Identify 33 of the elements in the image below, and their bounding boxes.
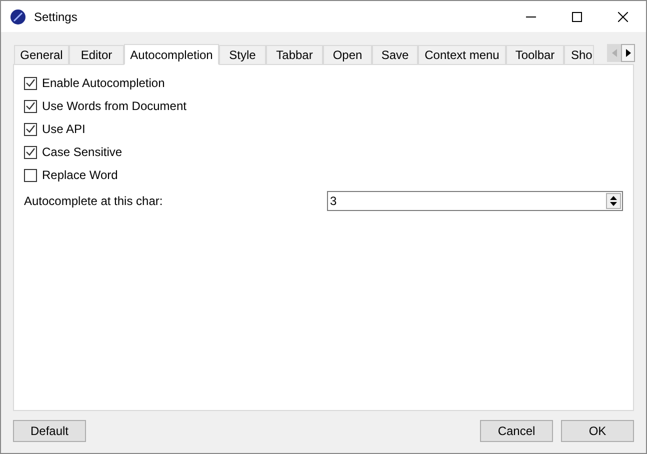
tab[interactable]: Context menu [418, 45, 506, 64]
maximize-icon[interactable] [572, 12, 582, 22]
left-arrow-icon [612, 49, 616, 57]
checkbox-label: Enable Autocompletion [42, 75, 165, 92]
checkbox[interactable] [24, 146, 37, 158]
close-icon[interactable] [618, 12, 628, 22]
checkbox[interactable] [24, 168, 37, 182]
tab[interactable]: Toolbar [506, 45, 564, 64]
tab[interactable]: Open [323, 45, 372, 64]
checkbox-label: Case Sensitive [42, 144, 122, 161]
tab[interactable]: General [14, 45, 69, 64]
checkbox-label: Use Words from Document [42, 98, 186, 115]
right-arrow-icon [626, 49, 630, 57]
app-icon [10, 8, 26, 24]
tab[interactable]: Style [219, 45, 266, 64]
scroll-right-button[interactable] [621, 44, 635, 62]
checkbox-label: Replace Word [42, 167, 118, 184]
tab[interactable]: Autocompletion [124, 44, 219, 65]
checkbox[interactable] [24, 76, 37, 90]
spin-buttons[interactable] [606, 193, 621, 209]
dialog-button[interactable]: Default [13, 420, 86, 442]
dialog-button[interactable]: OK [561, 420, 634, 442]
tab[interactable]: Sho [564, 45, 594, 64]
window-title: Settings [34, 8, 78, 26]
dialog-button[interactable]: Cancel [480, 420, 553, 442]
tab[interactable]: Tabbar [266, 45, 323, 64]
checkbox[interactable] [24, 100, 37, 112]
tab[interactable]: Save [372, 45, 418, 64]
tab[interactable]: Editor [69, 45, 124, 64]
checkbox[interactable] [24, 122, 37, 136]
checkbox-label: Use API [42, 121, 86, 138]
number-field[interactable]: 3 [327, 191, 623, 211]
field-label: Autocomplete at this char: [24, 193, 164, 210]
